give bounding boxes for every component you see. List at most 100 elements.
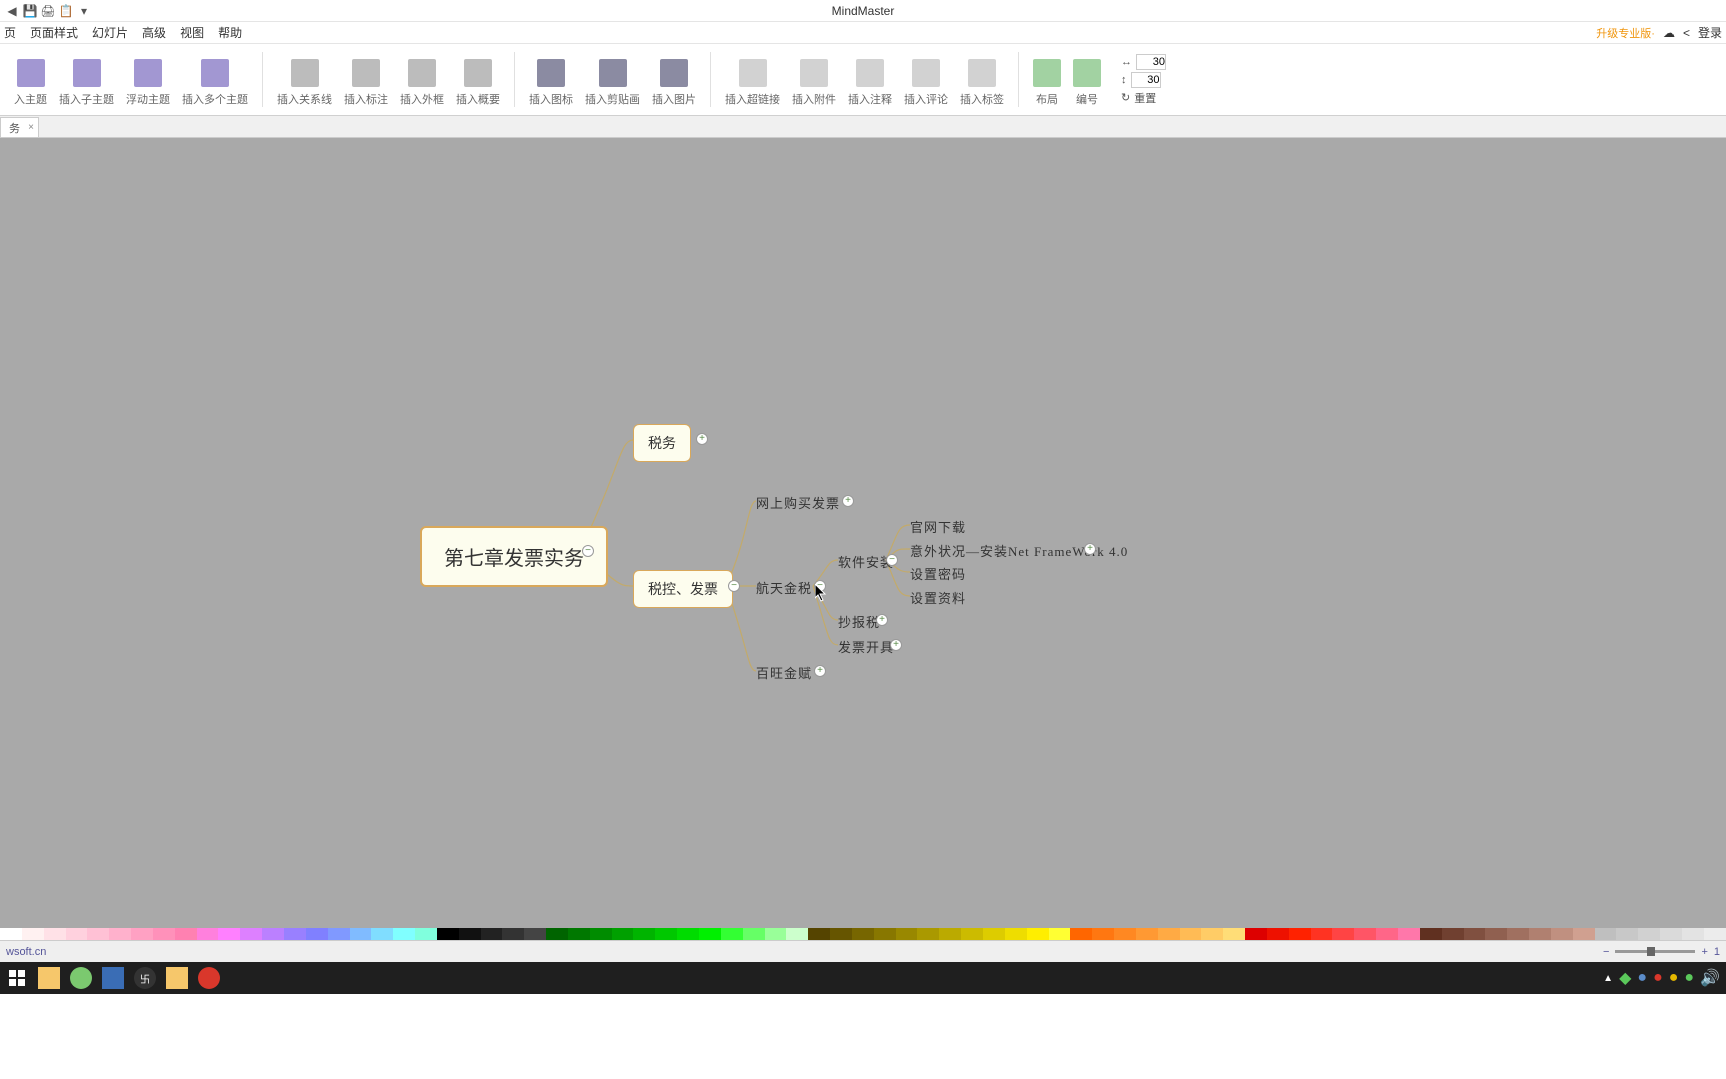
qat-more-icon[interactable]: ▾ <box>76 3 92 19</box>
color-swatch[interactable] <box>830 928 852 940</box>
insert-attachment-button[interactable]: 插入附件 <box>786 55 842 111</box>
color-swatch[interactable] <box>765 928 787 940</box>
menu-advanced[interactable]: 高级 <box>142 24 166 41</box>
color-swatch[interactable] <box>415 928 437 940</box>
browser-icon[interactable] <box>70 967 92 989</box>
insert-multi-topic-button[interactable]: 插入多个主题 <box>176 55 254 111</box>
floating-topic-button[interactable]: 浮动主题 <box>120 55 176 111</box>
color-swatch[interactable] <box>1398 928 1420 940</box>
color-swatch[interactable] <box>874 928 896 940</box>
node-tax[interactable]: 税务 <box>633 424 691 462</box>
color-swatch[interactable] <box>1289 928 1311 940</box>
color-swatch[interactable] <box>109 928 131 940</box>
notes-icon[interactable] <box>166 967 188 989</box>
color-swatch[interactable] <box>175 928 197 940</box>
node-hangtian[interactable]: 航天金税 <box>756 578 812 597</box>
color-swatch[interactable] <box>131 928 153 940</box>
color-swatch[interactable] <box>1158 928 1180 940</box>
insert-image-button[interactable]: 插入图片 <box>646 55 702 111</box>
color-swatch[interactable] <box>1223 928 1245 940</box>
zoom-out-button[interactable]: − <box>1603 946 1609 958</box>
qat-print-icon[interactable]: 🖨 <box>40 3 56 19</box>
app-icon-2[interactable]: 卐 <box>134 967 156 989</box>
color-swatch[interactable] <box>983 928 1005 940</box>
color-swatch[interactable] <box>1485 928 1507 940</box>
color-swatch[interactable] <box>328 928 350 940</box>
color-swatch[interactable] <box>371 928 393 940</box>
node-password[interactable]: 设置密码 <box>910 564 966 583</box>
color-swatch[interactable] <box>437 928 459 940</box>
menu-view[interactable]: 视图 <box>180 24 204 41</box>
insert-relation-button[interactable]: 插入关系线 <box>271 55 338 111</box>
insert-subtopic-button[interactable]: 插入子主题 <box>53 55 120 111</box>
color-swatch[interactable] <box>524 928 546 940</box>
color-swatch[interactable] <box>917 928 939 940</box>
node-root[interactable]: 第七章发票实务 <box>420 526 608 587</box>
status-link[interactable]: wsoft.cn <box>6 946 46 958</box>
insert-annotation-button[interactable]: 插入注释 <box>842 55 898 111</box>
color-swatch[interactable] <box>1180 928 1202 940</box>
record-icon[interactable] <box>198 967 220 989</box>
tray-icon[interactable]: ▲ <box>1603 973 1613 984</box>
menu-slide[interactable]: 幻灯片 <box>92 24 128 41</box>
cloud-icon[interactable]: ☁ <box>1663 26 1675 40</box>
color-swatch[interactable] <box>0 928 22 940</box>
color-swatch[interactable] <box>1529 928 1551 940</box>
color-swatch[interactable] <box>1464 928 1486 940</box>
node-issue[interactable]: 发票开具 <box>838 637 894 656</box>
color-swatch[interactable] <box>1311 928 1333 940</box>
tray-icon[interactable]: ● <box>1684 969 1694 987</box>
node-chaobao[interactable]: 抄报税 <box>838 612 880 631</box>
color-swatch[interactable] <box>1201 928 1223 940</box>
color-swatch[interactable] <box>721 928 743 940</box>
color-swatch[interactable] <box>1136 928 1158 940</box>
insert-summary-button[interactable]: 插入概要 <box>450 55 506 111</box>
share-icon[interactable]: < <box>1683 26 1690 40</box>
node-download[interactable]: 官网下载 <box>910 517 966 536</box>
expand-netframework-icon[interactable]: + <box>1084 543 1096 555</box>
insert-icon-button[interactable]: 插入图标 <box>523 55 579 111</box>
color-swatch[interactable] <box>1092 928 1114 940</box>
color-swatch[interactable] <box>1354 928 1376 940</box>
color-swatch[interactable] <box>896 928 918 940</box>
color-swatch[interactable] <box>655 928 677 940</box>
color-swatch[interactable] <box>306 928 328 940</box>
insert-topic-button[interactable]: 入主题 <box>8 55 53 111</box>
color-swatch[interactable] <box>284 928 306 940</box>
number-button[interactable]: 编号 <box>1067 55 1107 111</box>
color-swatch[interactable] <box>568 928 590 940</box>
node-data[interactable]: 设置资料 <box>910 588 966 607</box>
collapse-taxcontrol-icon[interactable]: − <box>728 580 740 592</box>
tray-icon[interactable]: ● <box>1669 969 1679 987</box>
color-swatch[interactable] <box>1049 928 1071 940</box>
color-swatch[interactable] <box>590 928 612 940</box>
qat-save-icon[interactable]: 💾 <box>22 3 38 19</box>
color-swatch[interactable] <box>393 928 415 940</box>
color-swatch[interactable] <box>1682 928 1704 940</box>
color-swatch[interactable] <box>197 928 219 940</box>
color-swatch[interactable] <box>153 928 175 940</box>
tray-icon[interactable]: ● <box>1653 969 1663 987</box>
zoom-in-button[interactable]: + <box>1701 946 1707 958</box>
zoom-slider[interactable] <box>1615 950 1695 953</box>
color-swatch[interactable] <box>1267 928 1289 940</box>
node-online-invoice[interactable]: 网上购买发票 <box>756 493 840 512</box>
color-swatch[interactable] <box>262 928 284 940</box>
reset-button[interactable]: ↻重置 <box>1121 90 1166 106</box>
color-swatch[interactable] <box>1595 928 1617 940</box>
expand-issue-icon[interactable]: + <box>890 639 902 651</box>
tab-close-icon[interactable]: × <box>28 122 34 133</box>
color-swatch[interactable] <box>1551 928 1573 940</box>
insert-note-button[interactable]: 插入标注 <box>338 55 394 111</box>
insert-boundary-button[interactable]: 插入外框 <box>394 55 450 111</box>
color-swatch[interactable] <box>1638 928 1660 940</box>
color-swatch[interactable] <box>1005 928 1027 940</box>
color-swatch[interactable] <box>743 928 765 940</box>
tray-icon[interactable]: ● <box>1637 969 1647 987</box>
collapse-root-icon[interactable]: − <box>582 545 594 557</box>
color-swatch[interactable] <box>481 928 503 940</box>
color-swatch[interactable] <box>677 928 699 940</box>
expand-tax-icon[interactable]: + <box>696 433 708 445</box>
color-palette[interactable] <box>0 928 1726 940</box>
color-swatch[interactable] <box>1376 928 1398 940</box>
